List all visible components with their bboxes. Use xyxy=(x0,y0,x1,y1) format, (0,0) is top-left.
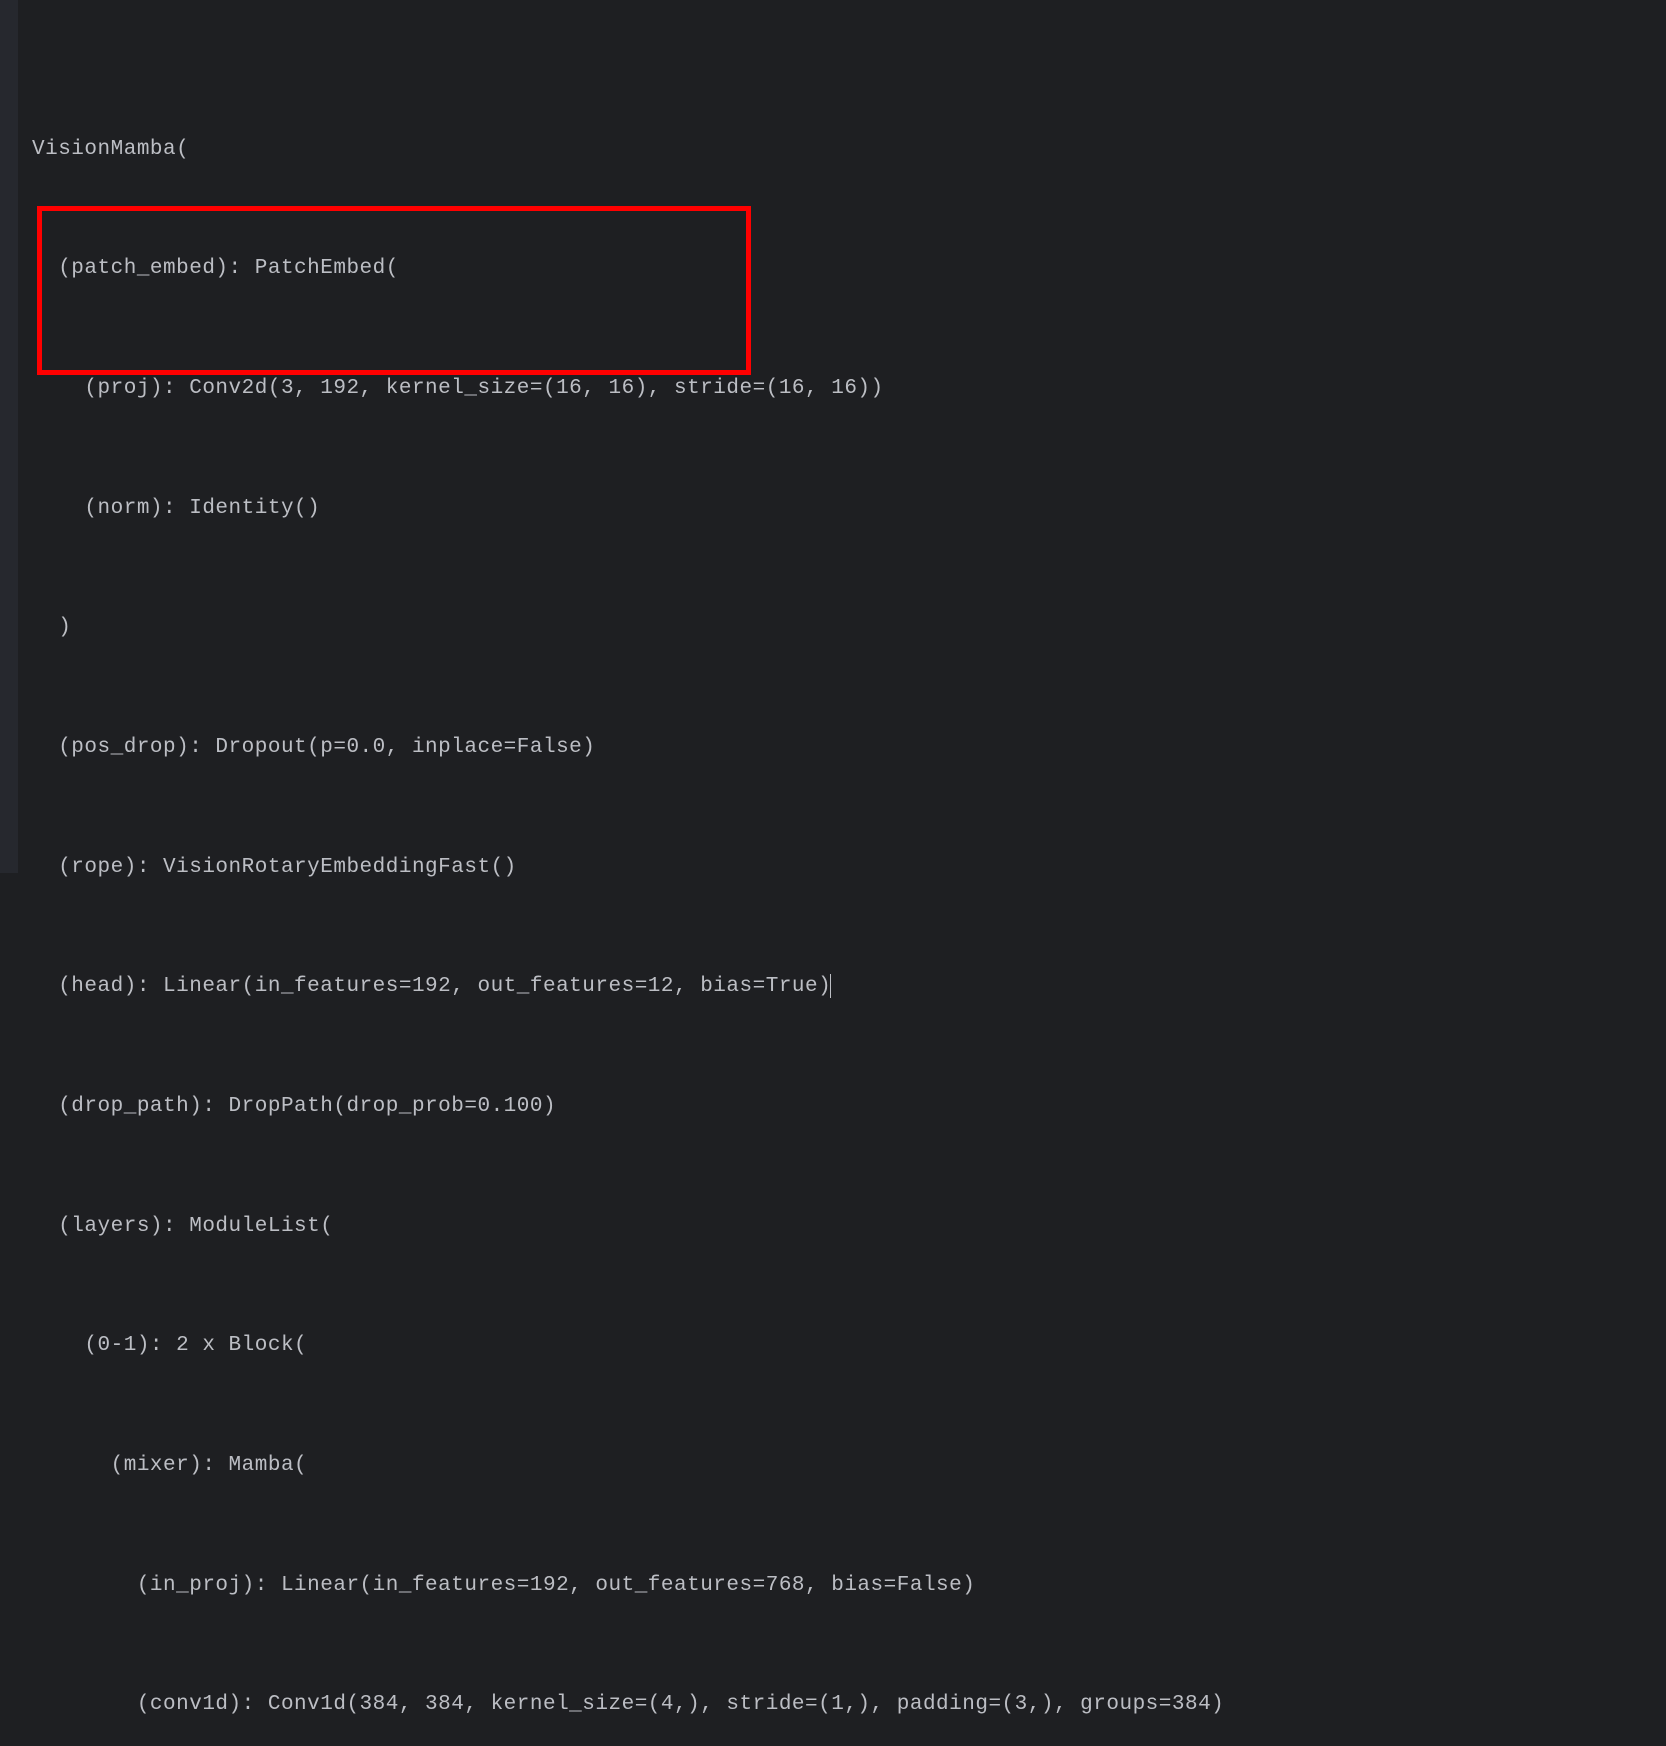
code-editor[interactable]: VisionMamba( (patch_embed): PatchEmbed( … xyxy=(0,0,1666,1746)
code-line[interactable]: (pos_drop): Dropout(p=0.0, inplace=False… xyxy=(32,728,1666,768)
code-line[interactable]: (drop_path): DropPath(drop_prob=0.100) xyxy=(32,1087,1666,1127)
code-line[interactable]: (rope): VisionRotaryEmbeddingFast() xyxy=(32,848,1666,888)
code-line[interactable]: (patch_embed): PatchEmbed( xyxy=(32,249,1666,289)
annotation-highlight-box xyxy=(37,206,751,375)
code-line[interactable]: (conv1d): Conv1d(384, 384, kernel_size=(… xyxy=(32,1685,1666,1725)
code-line[interactable]: (0-1): 2 x Block( xyxy=(32,1326,1666,1366)
code-line[interactable]: VisionMamba( xyxy=(32,130,1666,170)
code-line[interactable]: (mixer): Mamba( xyxy=(32,1446,1666,1486)
text-cursor xyxy=(830,974,831,998)
code-text: (head): Linear(in_features=192, out_feat… xyxy=(32,975,831,998)
code-line[interactable]: (head): Linear(in_features=192, out_feat… xyxy=(32,967,1666,1007)
code-line[interactable]: (layers): ModuleList( xyxy=(32,1207,1666,1247)
code-line[interactable]: ) xyxy=(32,608,1666,648)
code-line[interactable]: (norm): Identity() xyxy=(32,489,1666,529)
code-line[interactable]: (proj): Conv2d(3, 192, kernel_size=(16, … xyxy=(32,369,1666,409)
code-line[interactable]: (in_proj): Linear(in_features=192, out_f… xyxy=(32,1566,1666,1606)
